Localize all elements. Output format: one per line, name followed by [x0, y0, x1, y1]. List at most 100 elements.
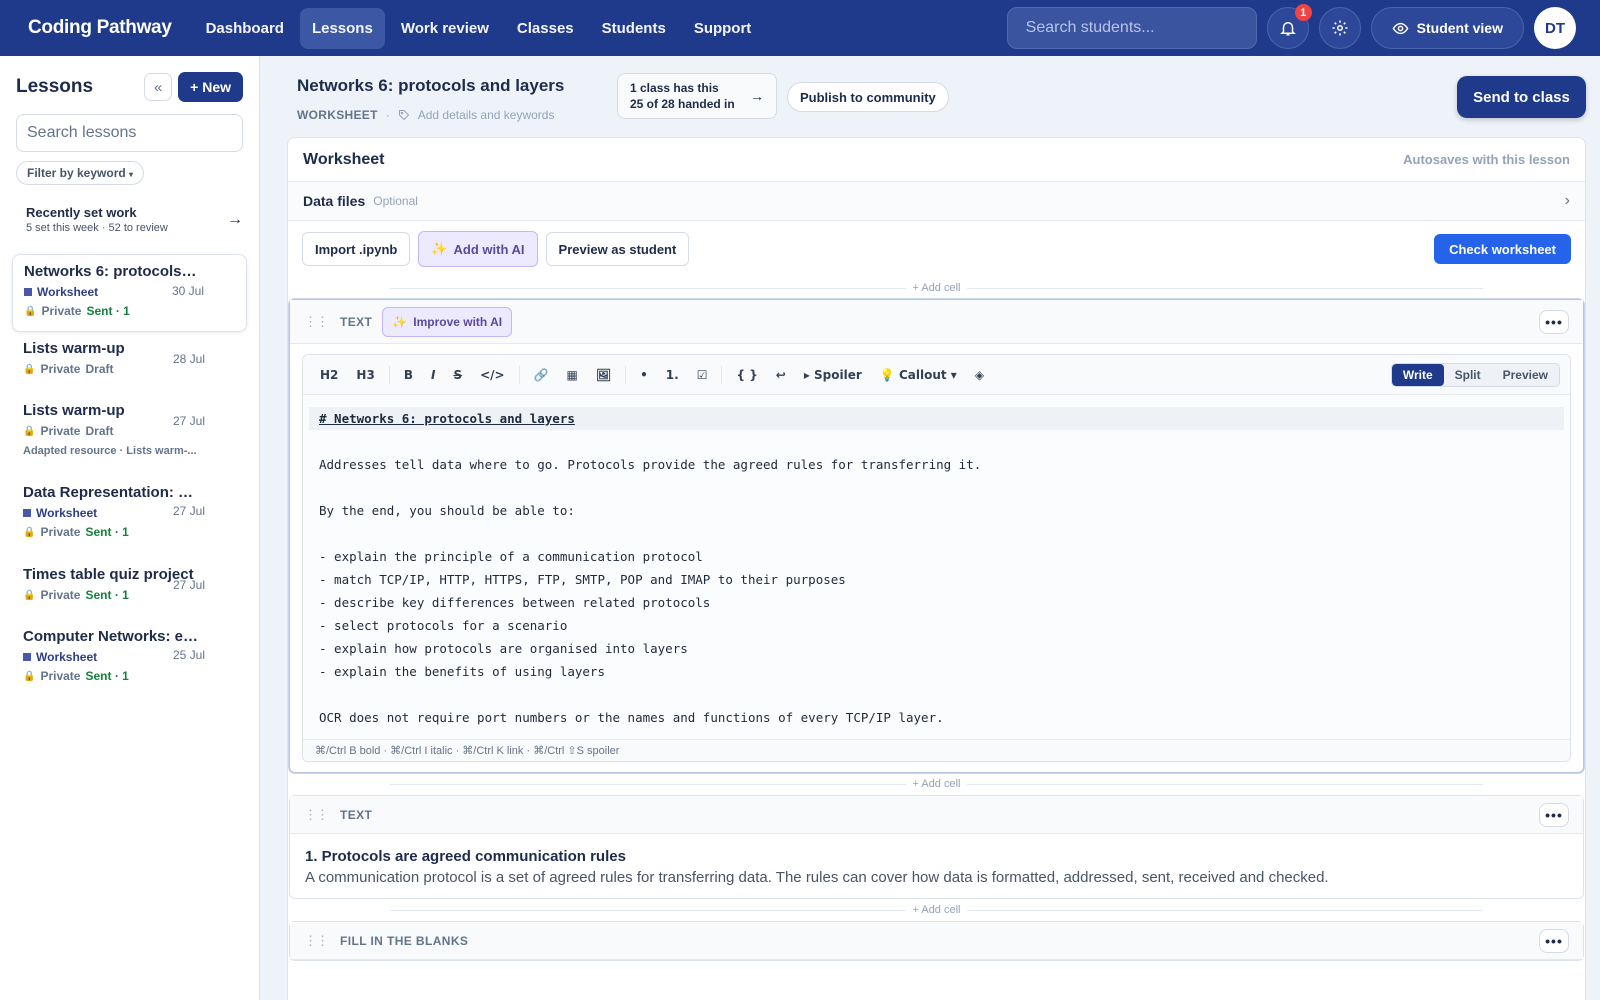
lesson-status: Sent · 1	[85, 588, 129, 602]
lesson-date: 28 Jul	[172, 352, 205, 366]
spoiler-button[interactable]: ▸ Spoiler	[797, 364, 869, 386]
preview-as-student-button[interactable]: Preview as student	[545, 232, 690, 266]
lesson-type-label: WORKSHEET	[297, 108, 378, 122]
chevron-right-icon: ›	[1564, 192, 1570, 209]
bullet-list-icon[interactable]: •	[633, 364, 655, 386]
lesson-item[interactable]: Data Representation: exam questions 27 J…	[12, 476, 247, 558]
lesson-status: Draft	[85, 362, 114, 376]
new-lesson-button[interactable]: + New	[178, 72, 243, 102]
drag-handle-icon[interactable]: ⋮⋮	[304, 314, 329, 330]
search-students-input[interactable]: Search students...	[1006, 7, 1257, 49]
cell-menu-button[interactable]: •••	[1539, 928, 1569, 953]
italic-button[interactable]: I	[424, 364, 442, 386]
notification-badge: 1	[1294, 4, 1312, 21]
add-cell-divider[interactable]: + Add cell	[288, 277, 1585, 299]
spoiler-label: Spoiler	[814, 367, 862, 382]
editor-line: By the end, you should be able to:	[319, 503, 575, 518]
check-worksheet-button[interactable]: Check worksheet	[1434, 234, 1571, 264]
add-details-link[interactable]: Add details and keywords	[418, 108, 555, 122]
mode-preview[interactable]: Preview	[1492, 364, 1559, 386]
caret-down-icon: ▾	[950, 367, 957, 382]
table-icon[interactable]: ▦	[560, 364, 585, 386]
code-block-button[interactable]: { }	[729, 364, 764, 386]
h3-button[interactable]: H3	[349, 364, 381, 386]
mode-write[interactable]: Write	[1391, 363, 1444, 386]
notifications-button[interactable]: 1	[1266, 4, 1312, 49]
lesson-date: 30 Jul	[171, 284, 204, 298]
publish-to-community-button[interactable]: Publish to community	[787, 82, 949, 112]
user-avatar[interactable]: DT	[1534, 7, 1576, 49]
drag-handle-icon[interactable]: ⋮⋮	[304, 807, 329, 823]
fill-in-the-blanks-cell[interactable]: ⋮⋮ FILL IN THE BLANKS •••	[289, 921, 1584, 961]
sparkle-icon: ✨	[431, 241, 448, 256]
nav-classes[interactable]: Classes	[505, 8, 586, 49]
lesson-item[interactable]: Lists warm-up 28 Jul 🔒 Private Draft	[12, 332, 247, 394]
diamond-icon[interactable]: ◈	[968, 364, 991, 386]
text-cell-editing: ⋮⋮ TEXT ✨ Improve with AI ••• H2 H3 B I S…	[289, 299, 1584, 773]
lesson-privacy: Private	[40, 588, 81, 602]
markdown-editor: H2 H3 B I S </> 🔗 ▦ 🖼 • 1. ☑ { } ↩ ▸ Spo…	[302, 354, 1571, 762]
lesson-item[interactable]: Computer Networks: exam questions 25 Jul…	[12, 620, 247, 698]
caret-down-icon: ▾	[129, 170, 134, 179]
inline-code-button[interactable]: </>	[473, 364, 512, 386]
nav-lessons[interactable]: Lessons	[299, 7, 385, 49]
search-lessons-input[interactable]: Search lessons	[16, 114, 243, 152]
double-chevron-left-icon: «	[153, 78, 163, 96]
nav-students[interactable]: Students	[590, 8, 678, 49]
bold-button[interactable]: B	[397, 364, 420, 386]
lock-icon: 🔒	[24, 305, 37, 317]
lesson-status: Sent · 1	[85, 669, 129, 683]
strikethrough-button[interactable]: S	[446, 364, 469, 386]
lesson-type: Worksheet	[37, 285, 99, 299]
text-cell[interactable]: ⋮⋮ TEXT ••• 1. Protocols are agreed comm…	[289, 795, 1584, 899]
nav-support[interactable]: Support	[682, 8, 764, 49]
lesson-type: Worksheet	[36, 650, 98, 664]
improve-with-ai-button[interactable]: ✨ Improve with AI	[382, 306, 513, 337]
import-ipynb-button[interactable]: Import .ipynb	[302, 232, 411, 266]
data-files-row[interactable]: Data files Optional ›	[288, 182, 1585, 221]
arrow-right-icon: →	[227, 210, 243, 228]
lesson-title-heading[interactable]: Networks 6: protocols and layers	[297, 76, 564, 96]
recently-set-work-link[interactable]: Recently set work 5 set this week · 52 t…	[26, 205, 243, 234]
checklist-icon[interactable]: ☑	[690, 364, 715, 386]
lesson-title: Data Representation: exam questions	[23, 484, 199, 501]
nav-dashboard[interactable]: Dashboard	[194, 8, 296, 49]
worksheet-toolbar: Import .ipynb ✨ Add with AI Preview as st…	[288, 221, 1585, 277]
cell-menu-button[interactable]: •••	[1539, 802, 1569, 827]
image-icon[interactable]: 🖼	[589, 364, 618, 386]
link-icon[interactable]: 🔗	[527, 364, 556, 386]
class-status-button[interactable]: 1 class has this 25 of 28 handed in →	[617, 73, 777, 119]
callout-dropdown[interactable]: 💡 Callout ▾	[873, 364, 964, 386]
mode-split[interactable]: Split	[1444, 364, 1492, 386]
drag-handle-icon[interactable]: ⋮⋮	[304, 933, 329, 949]
brand-logo[interactable]: Coding Pathway	[28, 17, 172, 39]
collapse-sidebar-button[interactable]: «	[144, 73, 173, 101]
lesson-privacy: Private	[40, 362, 81, 376]
callout-label: Callout	[898, 367, 947, 382]
caret-right-icon: ▸	[803, 367, 810, 382]
data-files-label: Data files	[303, 193, 366, 209]
send-to-class-button[interactable]: Send to class	[1457, 76, 1586, 118]
student-view-button[interactable]: Student view	[1370, 7, 1524, 49]
numbered-list-button[interactable]: 1.	[659, 364, 686, 386]
undo-icon[interactable]: ↩	[769, 364, 793, 386]
lesson-date: 27 Jul	[172, 414, 205, 428]
editor-toolbar: H2 H3 B I S </> 🔗 ▦ 🖼 • 1. ☑ { } ↩ ▸ Spo…	[303, 355, 1570, 395]
worksheet-square-icon	[23, 509, 31, 517]
nav-work-review[interactable]: Work review	[389, 8, 501, 49]
cell-menu-button[interactable]: •••	[1539, 309, 1569, 334]
h2-button[interactable]: H2	[313, 364, 345, 386]
lesson-item[interactable]: Networks 6: protocols and layers 30 Jul …	[12, 254, 247, 332]
lesson-item[interactable]: Lists warm-up 27 Jul 🔒 Private Draft Adapt…	[12, 394, 247, 476]
add-with-ai-button[interactable]: ✨ Add with AI	[418, 231, 538, 267]
lesson-item[interactable]: Times table quiz project 27 Jul 🔒 Private…	[12, 558, 247, 620]
filter-label: Filter by keyword	[27, 166, 126, 180]
markdown-textarea[interactable]: # Networks 6: protocols and layers Addre…	[303, 395, 1570, 739]
worksheet-title: Worksheet	[303, 150, 385, 168]
add-cell-divider[interactable]: + Add cell	[288, 899, 1585, 921]
add-cell-divider[interactable]: + Add cell	[288, 773, 1585, 795]
recent-subtitle: 5 set this week · 52 to review	[26, 222, 168, 234]
filter-by-keyword-dropdown[interactable]: Filter by keyword ▾	[16, 161, 145, 185]
settings-button[interactable]	[1318, 7, 1361, 49]
